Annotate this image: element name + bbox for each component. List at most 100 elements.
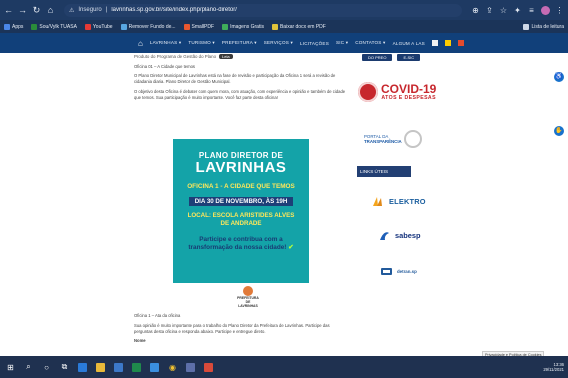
app-icon[interactable] xyxy=(204,362,213,372)
address-bar[interactable]: ⚠ Inseguro | lavrinhas.sp.gov.br/site/in… xyxy=(64,3,462,17)
main-content: Produto do Programa de Gestão do Plano Le… xyxy=(134,53,348,101)
sabesp-link[interactable]: sabesp xyxy=(378,230,420,241)
home-icon[interactable]: ⌂ xyxy=(46,5,55,15)
breadcrumb: Produto do Programa de Gestão do Plano Le… xyxy=(134,54,348,59)
nav-item-contatos[interactable]: CONTATOS ▾ xyxy=(355,40,385,46)
nav-item-licitacoes[interactable]: LICITAÇÕES xyxy=(300,41,329,46)
prefeitura-emblem-icon xyxy=(243,286,253,296)
read-more-button[interactable]: Leia xyxy=(219,54,233,59)
magnifier-icon xyxy=(403,130,422,148)
sabesp-label: sabesp xyxy=(395,231,421,240)
cortana-icon[interactable]: ○ xyxy=(42,363,51,372)
share-icon[interactable]: ⇪ xyxy=(485,6,494,15)
bookmark-item[interactable]: Sou/Vylk TUASA xyxy=(31,23,77,30)
detran-link[interactable]: detran.sp xyxy=(380,266,417,277)
prefeitura-logo: PREFEITURA DE LAVRINHAS xyxy=(236,286,260,308)
search-icon[interactable]: ⌕ xyxy=(24,362,33,372)
reload-icon[interactable]: ↻ xyxy=(32,5,41,16)
task-view-icon[interactable]: ⧉ xyxy=(60,362,69,372)
plano-diretor-banner: PLANO DIRETOR DE LAVRINHAS OFICINA 1 - A… xyxy=(173,139,309,283)
windows-start-icon[interactable]: ⊞ xyxy=(6,363,15,372)
bookmark-label: Baixar docx em PDF xyxy=(279,23,326,30)
star-icon[interactable]: ☆ xyxy=(499,6,508,15)
bookmark-favicon-icon xyxy=(31,23,38,30)
diario-oficial-button[interactable]: DO PREO xyxy=(362,54,393,61)
windows-taskbar: ⊞ ⌕ ○ ⧉ ◉ 13:36 29/11/2021 xyxy=(0,356,568,378)
warning-icon: ⚠ xyxy=(69,7,75,14)
accessibility-side-button[interactable]: ♿ xyxy=(554,72,564,82)
font-size-icon[interactable] xyxy=(457,40,464,46)
bookmark-label: Sou/Vylk TUASA xyxy=(39,23,77,30)
nav-item-prefeitura[interactable]: PREFEITURA ▾ xyxy=(222,40,257,46)
elektro-label: ELEKTRO xyxy=(389,197,426,206)
nav-item-servicos[interactable]: SERVIÇOS ▾ xyxy=(264,40,293,46)
bookmark-item[interactable]: Imagens Gratis xyxy=(222,23,264,30)
covid-banner-link[interactable]: COVID-19 ATOS E DESPESAS xyxy=(358,82,436,102)
insecure-label: Inseguro xyxy=(78,7,102,13)
zoom-icon[interactable]: ⊕ xyxy=(471,6,480,15)
menu-icon[interactable]: ⋮ xyxy=(555,6,564,15)
contrast-icon[interactable] xyxy=(444,40,451,46)
useful-links-heading: LINKS ÚTEIS xyxy=(357,166,411,177)
extensions-icon[interactable]: ✦ xyxy=(513,6,522,15)
edge-icon[interactable] xyxy=(78,362,87,372)
oficina-ata-section: Oficina 1 – Ata da oficina Sua opinião é… xyxy=(134,313,348,344)
excel-icon[interactable] xyxy=(132,362,141,372)
nav-item-lavrinhas[interactable]: LAVRINHAS ▾ xyxy=(150,40,181,46)
sabesp-logo-icon xyxy=(380,232,389,240)
youtube-icon xyxy=(84,23,91,30)
banner-location-line: LOCAL: ESCOLA ARISTIDES ALVES xyxy=(187,212,295,219)
bookmark-label: Remover Fundo de... xyxy=(128,23,176,30)
home-icon[interactable]: ⌂ xyxy=(138,39,143,48)
nav-item-extra[interactable]: ALGUM A LAS xyxy=(393,41,425,46)
bookmark-favicon-icon xyxy=(120,23,127,30)
bookmark-item[interactable]: Remover Fundo de... xyxy=(120,23,176,30)
back-icon[interactable]: ← xyxy=(4,5,13,15)
banner-date: DIA 30 DE NOVEMBRO, ÀS 19H xyxy=(188,197,294,206)
forward-icon[interactable]: → xyxy=(18,5,27,15)
banner-cta-line: Participe e contribua com a xyxy=(199,236,283,243)
mail-icon[interactable] xyxy=(150,362,159,372)
app-icon[interactable] xyxy=(186,362,195,372)
bookmark-label: Imagens Gratis xyxy=(230,23,264,30)
nav-item-turismo[interactable]: TURISMO ▾ xyxy=(188,40,215,46)
elektro-link[interactable]: ELEKTRO xyxy=(372,196,426,207)
covid-subtitle: ATOS E DESPESAS xyxy=(381,95,436,101)
clock-date: 29/11/2021 xyxy=(543,367,564,372)
reading-list-button[interactable]: Lista de leitura xyxy=(523,23,564,30)
browser-toolbar: ← → ↻ ⌂ ⚠ Inseguro | lavrinhas.sp.gov.br… xyxy=(0,0,568,20)
paragraph: Sua opinião é muito importante para o tr… xyxy=(134,323,330,334)
nav-item-sic[interactable]: SIC ▾ xyxy=(336,40,348,46)
bookmark-favicon-icon xyxy=(222,23,229,30)
bookmark-item[interactable]: Baixar docx em PDF xyxy=(271,23,326,30)
bookmark-item[interactable]: SmallPDF xyxy=(183,23,215,30)
bookmark-label: YouTube xyxy=(92,23,113,30)
store-icon[interactable] xyxy=(114,362,123,372)
apps-icon xyxy=(4,23,10,30)
paragraph: O objetivo desta Oficina é debater com q… xyxy=(134,89,346,100)
chrome-icon[interactable]: ◉ xyxy=(168,363,177,372)
bookmarks-bar: Apps Sou/Vylk TUASA YouTube Remover Fund… xyxy=(0,20,568,33)
libras-side-button[interactable]: ✋ xyxy=(554,126,564,136)
esic-button[interactable]: E-SIC xyxy=(397,54,421,61)
file-explorer-icon[interactable] xyxy=(96,362,105,372)
reading-list-label: Lista de leitura xyxy=(531,23,564,30)
bookmark-apps[interactable]: Apps xyxy=(4,23,24,30)
bookmark-favicon-icon xyxy=(271,23,278,30)
portal-transparencia-link[interactable]: PORTAL DA TRANSPARÊNCIA xyxy=(364,130,422,148)
virus-icon xyxy=(358,82,378,102)
form-label: Nome xyxy=(134,338,146,343)
sidebar-buttons: DO PREO E-SIC xyxy=(362,54,421,61)
url-text[interactable]: lavrinhas.sp.gov.br/site/index.php/plano… xyxy=(111,7,237,13)
system-clock[interactable]: 13:36 29/11/2021 xyxy=(543,362,568,372)
bookmark-label: Apps xyxy=(12,23,24,30)
accessibility-icon[interactable] xyxy=(431,40,438,46)
reading-list-icon[interactable]: ≡ xyxy=(527,6,536,15)
profile-avatar[interactable] xyxy=(541,5,550,15)
banner-oficina: OFICINA 1 - A CIDADE QUE TEMOS xyxy=(187,183,295,190)
portal-line: TRANSPARÊNCIA xyxy=(364,139,402,144)
bookmark-label: SmallPDF xyxy=(191,23,215,30)
site-navigation: ⌂ LAVRINHAS ▾ TURISMO ▾ PREFEITURA ▾ SER… xyxy=(0,33,568,53)
bookmark-item[interactable]: YouTube xyxy=(84,23,113,30)
section-heading: Oficina 01 – A Cidade que temos xyxy=(134,64,195,69)
